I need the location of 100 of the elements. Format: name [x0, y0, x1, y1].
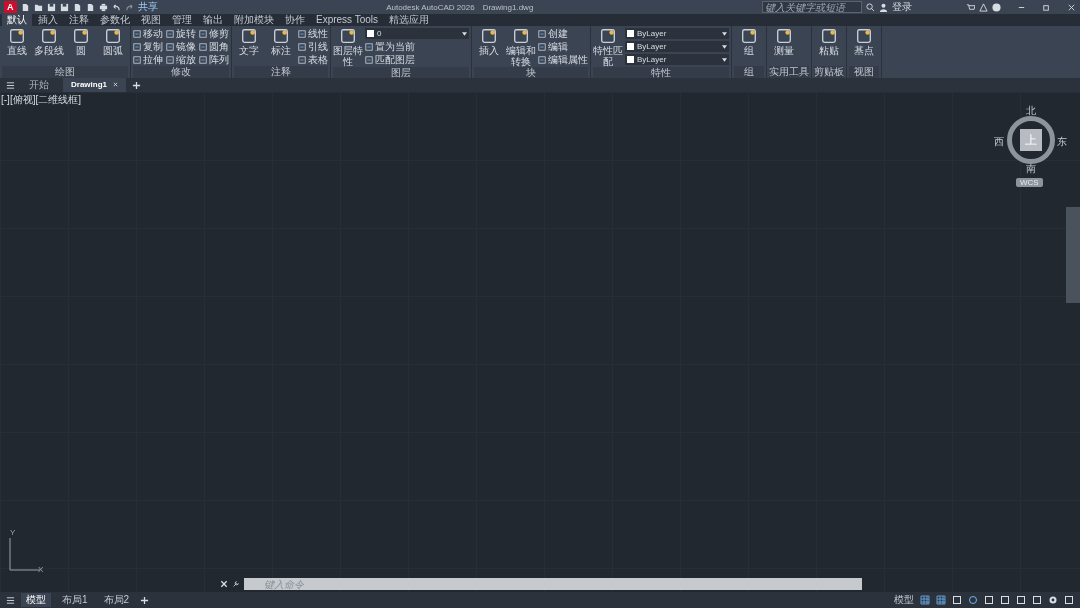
layout-tab[interactable]: 模型 [21, 593, 51, 607]
layout-tab[interactable]: 布局2 [98, 593, 135, 607]
ribbon-tool[interactable]: 旋转 [166, 27, 196, 40]
ribbon-tool[interactable]: 置为当前 [365, 40, 469, 53]
ribbon-tool[interactable]: 基点 [849, 27, 879, 56]
ribbon-tool[interactable]: 缩放 [166, 53, 196, 66]
panel-title[interactable]: 视图 [849, 66, 879, 78]
square-icon[interactable] [1016, 595, 1026, 605]
ribbon-tool[interactable]: 直线 [2, 27, 32, 56]
search-icon[interactable] [866, 2, 875, 12]
ribbon-tool[interactable]: 复制 [133, 40, 163, 53]
viewport-label[interactable]: [-][俯视][二维线框] [1, 93, 81, 107]
panel-title[interactable]: 实用工具 [769, 66, 809, 78]
restore-icon[interactable] [1042, 2, 1051, 12]
property-dropdown[interactable]: ByLayer [625, 41, 729, 52]
ribbon-tab[interactable]: 输出 [198, 14, 228, 26]
ribbon-tab[interactable]: 管理 [167, 14, 197, 26]
folder-icon[interactable] [33, 2, 43, 12]
ribbon-tool[interactable]: 测量 [769, 27, 799, 56]
file-tab[interactable]: Drawing1 [63, 78, 126, 92]
compass-label[interactable]: 东 [1057, 135, 1067, 149]
square-icon[interactable] [1032, 595, 1042, 605]
panel-title[interactable]: 剪贴板 [814, 66, 844, 78]
ribbon-tool[interactable]: 移动 [133, 27, 163, 40]
add-icon[interactable] [132, 80, 141, 90]
undo-icon[interactable] [111, 2, 121, 12]
ribbon-tool[interactable]: 标注 [266, 27, 296, 56]
property-dropdown[interactable]: 0 [365, 28, 469, 39]
ribbon-tool[interactable]: 编辑和转换 [506, 27, 536, 67]
ribbon-tool[interactable]: 圆弧 [98, 27, 128, 56]
redo-icon[interactable] [124, 2, 134, 12]
ribbon-tool[interactable]: 修剪 [199, 27, 229, 40]
panel-title[interactable]: 注释 [234, 66, 328, 78]
wrench-icon[interactable] [232, 580, 240, 588]
ribbon-tool[interactable]: 线性 [298, 27, 328, 40]
ribbon-tab[interactable]: 精选应用 [384, 14, 435, 26]
ribbon-tool[interactable]: 插入 [474, 27, 504, 56]
menu-icon[interactable] [6, 595, 15, 605]
ribbon-tool[interactable]: 组 [734, 27, 764, 56]
file-tab[interactable]: 开始 [21, 78, 57, 92]
panel-title[interactable]: 绘图 [2, 66, 128, 78]
search-field[interactable]: 键入关键字或短语 [762, 1, 862, 13]
ribbon-tool[interactable]: 创建 [538, 27, 588, 40]
panel-title[interactable]: 修改 [133, 66, 229, 78]
ribbon-tab[interactable]: Express Tools [311, 14, 384, 26]
circle-icon[interactable] [968, 595, 978, 605]
ribbon-tool[interactable]: 拉伸 [133, 53, 163, 66]
app-logo[interactable]: A [4, 1, 17, 13]
grid-icon[interactable] [920, 595, 930, 605]
ribbon-tab[interactable]: 注释 [64, 14, 94, 26]
property-dropdown[interactable]: ByLayer [625, 54, 729, 65]
close-icon[interactable] [220, 580, 228, 588]
ribbon-tab[interactable]: 参数化 [95, 14, 135, 26]
square-icon[interactable] [1000, 595, 1010, 605]
ribbon-tab[interactable]: 插入 [33, 14, 63, 26]
print-icon[interactable] [98, 2, 108, 12]
ribbon-tool[interactable]: 编辑属性 [538, 53, 588, 66]
property-dropdown[interactable]: ByLayer [625, 28, 729, 39]
ribbon-tool[interactable]: 表格 [298, 53, 328, 66]
square-icon[interactable] [984, 595, 994, 605]
share-button[interactable]: 共享 [137, 0, 158, 14]
compass-label[interactable]: 西 [994, 135, 1004, 149]
ribbon-tool[interactable]: 圆 [66, 27, 96, 56]
compass-label[interactable]: 北 [1026, 104, 1036, 118]
square-icon[interactable] [1064, 595, 1074, 605]
cart-icon[interactable] [966, 2, 975, 12]
ribbon-tool[interactable]: 圆角 [199, 40, 229, 53]
settings-icon[interactable] [1048, 595, 1058, 605]
ribbon-tool[interactable]: 文字 [234, 27, 264, 56]
user-icon[interactable] [879, 2, 888, 12]
save-icon[interactable] [59, 2, 69, 12]
close-icon[interactable] [113, 82, 118, 87]
document-icon[interactable] [20, 2, 30, 12]
panel-title[interactable]: 特性 [593, 67, 729, 79]
ribbon-tool[interactable]: 匹配图层 [365, 53, 469, 66]
model-space-button[interactable]: 模型 [894, 593, 914, 607]
ribbon-tab[interactable]: 附加模块 [229, 14, 279, 26]
ribbon-tab[interactable]: 视图 [136, 14, 166, 26]
ribbon-tab[interactable]: 协作 [280, 14, 310, 26]
panel-title[interactable]: 图层 [333, 67, 469, 79]
close-icon[interactable] [1067, 2, 1076, 12]
layout-tab[interactable]: 布局1 [57, 593, 93, 607]
grid-icon[interactable] [936, 595, 946, 605]
ribbon-tab[interactable]: 默认 [2, 14, 32, 26]
ribbon-tool[interactable]: 图层特性 [333, 27, 363, 67]
menu-icon[interactable] [6, 80, 15, 90]
save-icon[interactable] [46, 2, 56, 12]
ribbon-tool[interactable]: 阵列 [199, 53, 229, 66]
add-icon[interactable] [140, 595, 150, 605]
triangle-icon[interactable] [979, 2, 988, 12]
sign-in-button[interactable]: 登录 [892, 0, 912, 14]
panel-title[interactable]: 组 [734, 66, 764, 78]
square-icon[interactable] [952, 595, 962, 605]
ribbon-tool[interactable]: 镜像 [166, 40, 196, 53]
ribbon-tool[interactable]: 多段线 [34, 27, 64, 56]
ribbon-tool[interactable]: 编辑 [538, 40, 588, 53]
ribbon-tool[interactable]: 特性匹配 [593, 27, 623, 67]
compass-label[interactable]: 南 [1026, 162, 1036, 176]
ribbon-tool[interactable]: 粘贴 [814, 27, 844, 56]
ribbon-tool[interactable]: 引线 [298, 40, 328, 53]
